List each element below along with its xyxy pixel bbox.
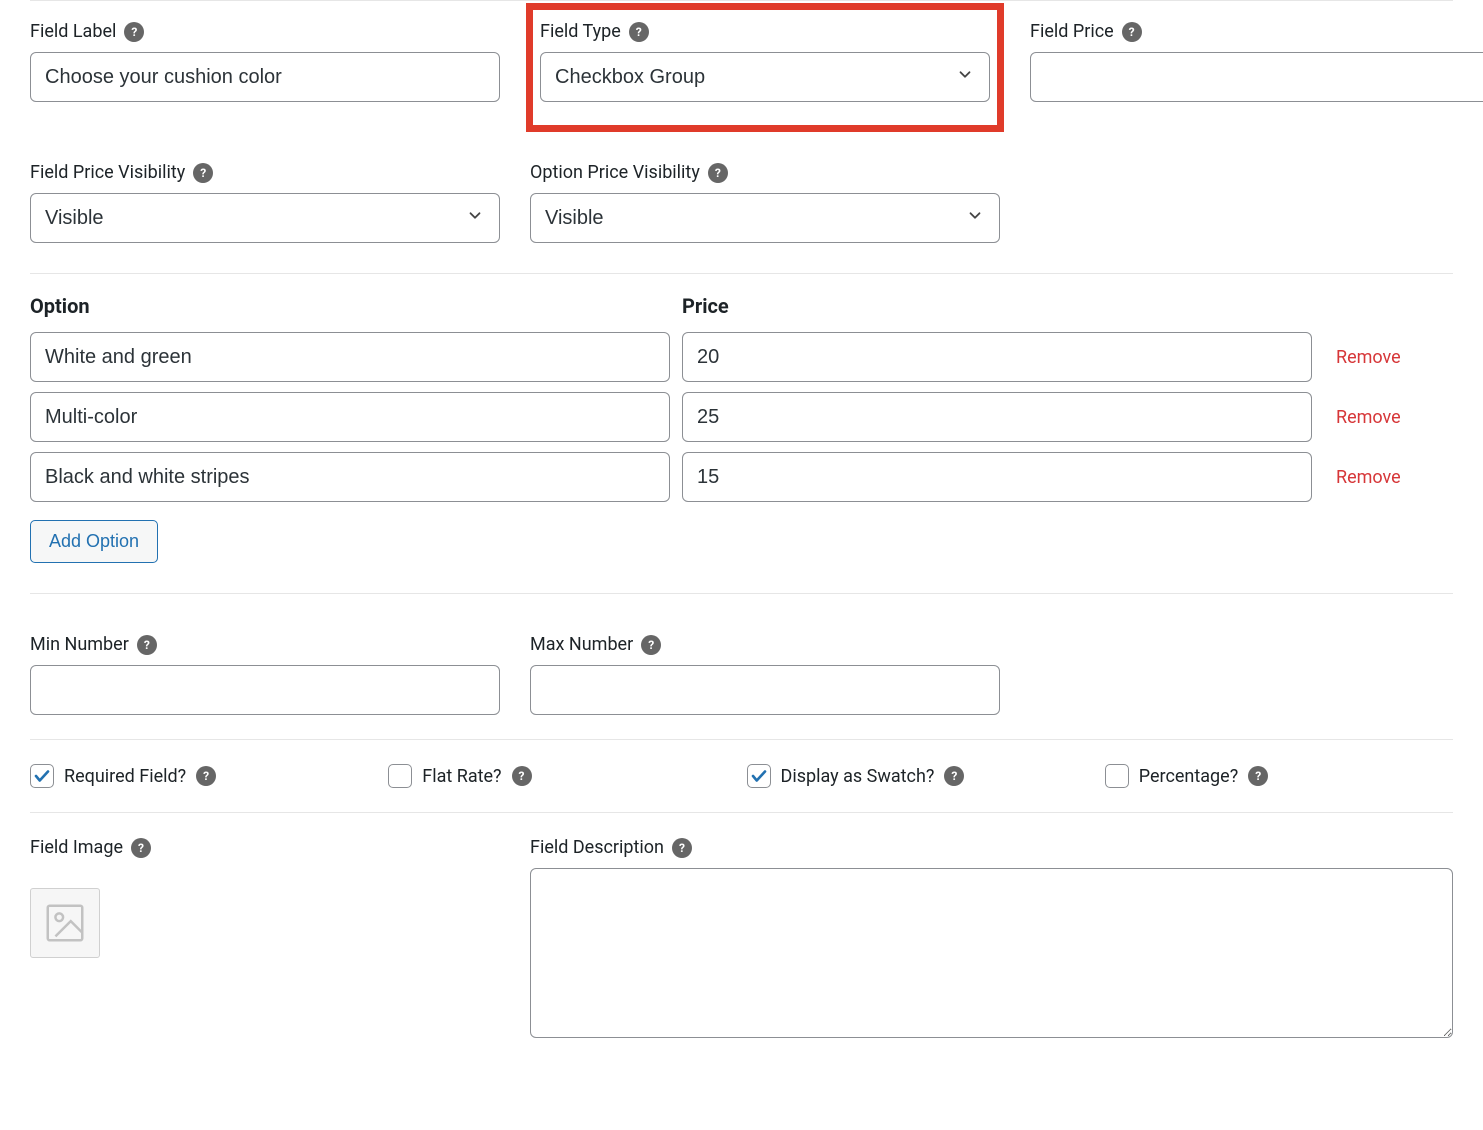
image-placeholder[interactable] [30,888,100,958]
help-icon[interactable]: ? [944,766,964,786]
field-label-input[interactable] [30,52,500,102]
checkbox-icon[interactable] [747,764,771,788]
group-field-type-highlighted: Field Type ? Checkbox Group [530,7,1000,128]
help-icon[interactable]: ? [672,838,692,858]
option-name-input[interactable] [30,452,670,502]
option-row: Remove [30,392,1453,442]
label-text: Field Description [530,837,664,858]
check-display-as-swatch[interactable]: Display as Swatch? ? [747,764,1095,788]
label-text: Min Number [30,634,129,655]
label-field-image: Field Image ? [30,837,500,858]
min-number-input[interactable] [30,665,500,715]
row-checkboxes: Required Field? ? Flat Rate? ? Display a… [30,739,1453,813]
option-row: Remove [30,452,1453,502]
option-row: Remove [30,332,1453,382]
option-price-visibility-wrap: Visible [530,193,1000,243]
options-header-price: Price [682,294,1312,318]
field-description-textarea[interactable] [530,868,1453,1038]
label-field-description: Field Description ? [530,837,1453,858]
checkbox-icon[interactable] [1105,764,1129,788]
option-price-input[interactable] [682,452,1312,502]
help-icon[interactable]: ? [708,163,728,183]
option-price-input[interactable] [682,332,1312,382]
spacer [1030,634,1483,715]
field-price-input[interactable] [1030,52,1483,102]
spacer [1030,162,1483,243]
max-number-input[interactable] [530,665,1000,715]
row-min-max: Min Number ? Max Number ? [30,593,1453,715]
checkbox-label: Display as Swatch? [781,766,935,787]
group-field-price-visibility: Field Price Visibility ? Visible [30,162,500,243]
option-price-input[interactable] [682,392,1312,442]
group-field-price: Field Price ? [1030,21,1483,128]
help-icon[interactable]: ? [137,635,157,655]
row-field-basics: Field Label ? Field Type ? Checkbox Grou… [30,1,1453,128]
check-flat-rate[interactable]: Flat Rate? ? [388,764,736,788]
field-type-select[interactable]: Checkbox Group [540,52,990,102]
option-name-input[interactable] [30,392,670,442]
row-visibility: Field Price Visibility ? Visible Option … [30,128,1453,243]
option-name-input[interactable] [30,332,670,382]
label-text: Field Image [30,837,123,858]
field-settings-panel: Field Label ? Field Type ? Checkbox Grou… [0,0,1483,1073]
label-text: Field Label [30,21,116,42]
help-icon[interactable]: ? [641,635,661,655]
field-price-visibility-select[interactable]: Visible [30,193,500,243]
label-text: Field Price Visibility [30,162,185,183]
remove-option-link[interactable]: Remove [1324,407,1401,428]
checkbox-icon[interactable] [30,764,54,788]
label-text: Option Price Visibility [530,162,700,183]
option-price-visibility-select[interactable]: Visible [530,193,1000,243]
help-icon[interactable]: ? [196,766,216,786]
checkbox-icon[interactable] [388,764,412,788]
label-field-price: Field Price ? [1030,21,1483,42]
checkbox-label: Percentage? [1139,766,1238,787]
label-field-type: Field Type ? [540,21,990,42]
label-max-number: Max Number ? [530,634,1000,655]
field-price-visibility-wrap: Visible [30,193,500,243]
field-type-select-wrap: Checkbox Group [540,52,990,102]
row-image-description: Field Image ? Field Description ? [30,813,1453,1043]
group-field-description: Field Description ? [530,837,1453,1043]
group-min-number: Min Number ? [30,634,500,715]
options-header-option: Option [30,294,670,318]
group-field-label: Field Label ? [30,21,500,128]
check-percentage[interactable]: Percentage? ? [1105,764,1453,788]
help-icon[interactable]: ? [193,163,213,183]
checkbox-label: Required Field? [64,766,186,787]
add-option-button[interactable]: Add Option [30,520,158,563]
help-icon[interactable]: ? [629,22,649,42]
help-icon[interactable]: ? [131,838,151,858]
image-icon [42,900,88,946]
label-text: Field Price [1030,21,1114,42]
remove-option-link[interactable]: Remove [1324,347,1401,368]
options-header: Option Price [30,273,1453,332]
label-field-label: Field Label ? [30,21,500,42]
label-min-number: Min Number ? [30,634,500,655]
help-icon[interactable]: ? [1248,766,1268,786]
remove-option-link[interactable]: Remove [1324,467,1401,488]
options-list: Remove Remove Remove [30,332,1453,502]
help-icon[interactable]: ? [124,22,144,42]
help-icon[interactable]: ? [1122,22,1142,42]
label-text: Max Number [530,634,633,655]
label-field-price-visibility: Field Price Visibility ? [30,162,500,183]
group-field-image: Field Image ? [30,837,500,1043]
checkbox-label: Flat Rate? [422,766,501,787]
group-option-price-visibility: Option Price Visibility ? Visible [530,162,1000,243]
label-text: Field Type [540,21,621,42]
label-option-price-visibility: Option Price Visibility ? [530,162,1000,183]
group-max-number: Max Number ? [530,634,1000,715]
help-icon[interactable]: ? [512,766,532,786]
check-required-field[interactable]: Required Field? ? [30,764,378,788]
